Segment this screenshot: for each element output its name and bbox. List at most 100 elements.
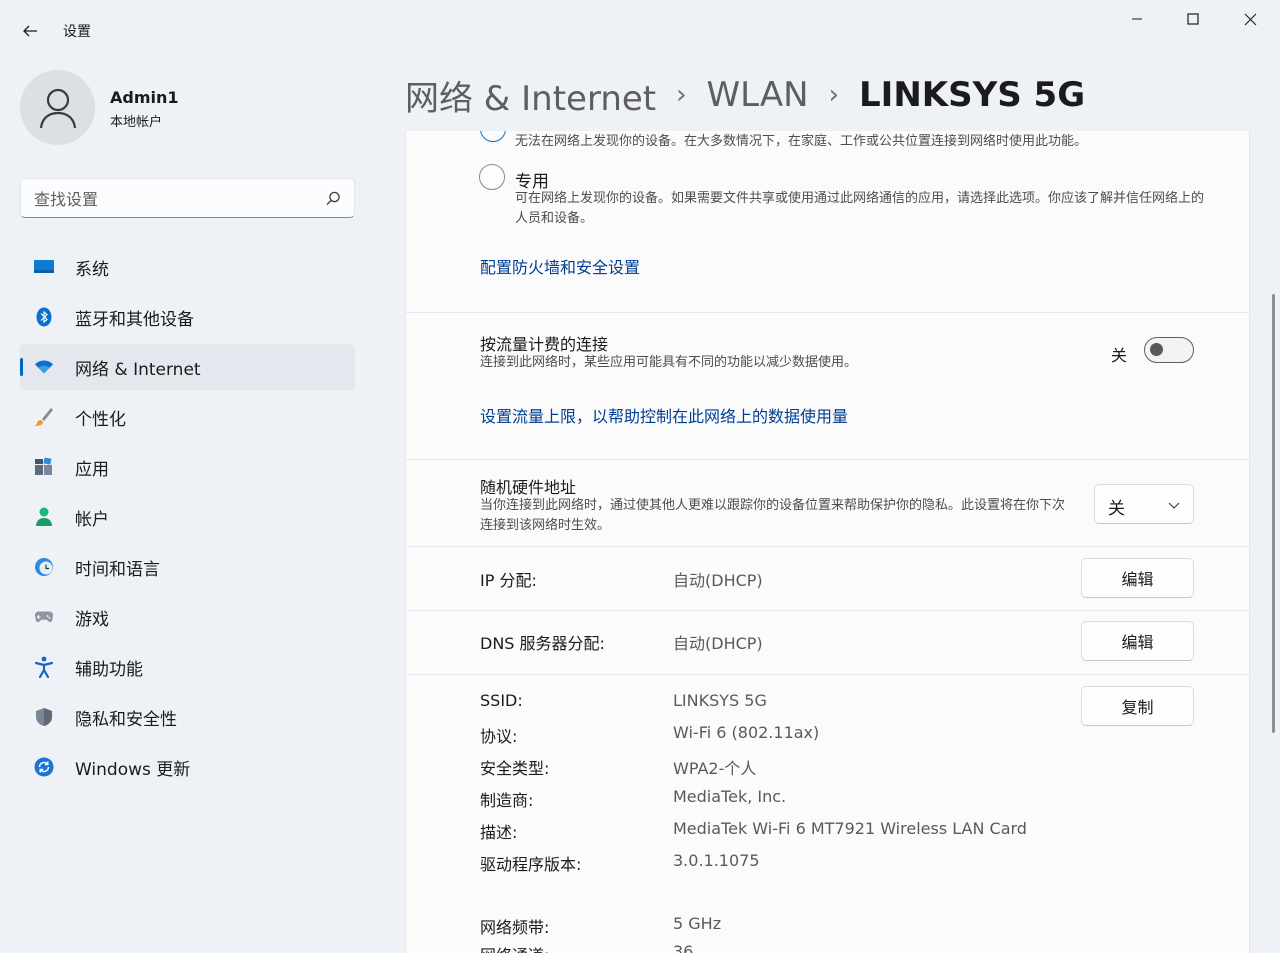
chevron-down-icon	[1168, 502, 1180, 509]
sidebar-item-accounts[interactable]: 帐户	[20, 494, 355, 540]
sidebar-item-personalization[interactable]: 个性化	[20, 394, 355, 440]
metered-connection-card: 按流量计费的连接 连接到此网络时，某些应用可能具有不同的功能以减少数据使用。 关…	[405, 313, 1250, 460]
page-title: LINKSYS 5G	[859, 75, 1086, 115]
sidebar-item-bluetooth[interactable]: 蓝牙和其他设备	[20, 294, 355, 340]
metered-connection-desc: 连接到此网络时，某些应用可能具有不同的功能以减少数据使用。	[480, 355, 858, 370]
search-icon[interactable]	[324, 190, 342, 208]
account-icon	[34, 507, 54, 527]
security-type-value: WPA2-个人	[673, 759, 757, 778]
sidebar-item-label: 网络 & Internet	[75, 359, 201, 380]
description-value: MediaTek Wi-Fi 6 MT7921 Wireless LAN Car…	[673, 819, 1027, 838]
sidebar-item-label: Windows 更新	[75, 759, 191, 780]
sidebar-item-label: 时间和语言	[75, 559, 160, 580]
user-name: Admin1	[110, 88, 179, 107]
sidebar-item-label: 应用	[75, 459, 109, 480]
sidebar-item-windows-update[interactable]: Windows 更新	[20, 744, 355, 790]
network-band-label: 网络频带:	[480, 918, 550, 937]
random-hardware-address-select[interactable]: 关	[1094, 484, 1194, 524]
settings-content: 无法在网络上发现你的设备。在大多数情况下，在家庭、工作或公共位置连接到网络时使用…	[405, 131, 1250, 953]
random-hardware-address-card: 随机硬件地址 当你连接到此网络时，通过使其他人更难以跟踪你的设备位置来帮助保护你…	[405, 460, 1250, 547]
update-icon	[34, 757, 54, 777]
brush-icon	[34, 407, 54, 427]
ssid-value: LINKSYS 5G	[673, 691, 767, 710]
manufacturer-value: MediaTek, Inc.	[673, 787, 787, 806]
sidebar-nav: 系统 蓝牙和其他设备 网络 & Internet 个性化 应用 帐户 时间和语言…	[20, 244, 355, 794]
sidebar-item-label: 辅助功能	[75, 659, 143, 680]
private-network-desc: 可在网络上发现你的设备。如果需要文件共享或使用通过此网络通信的应用，请选择此选项…	[515, 191, 1205, 226]
ip-assignment-label: IP 分配:	[480, 571, 537, 590]
ip-edit-button[interactable]: 编辑	[1081, 558, 1194, 598]
network-profile-card: 无法在网络上发现你的设备。在大多数情况下，在家庭、工作或公共位置连接到网络时使用…	[405, 131, 1250, 313]
protocol-label: 协议:	[480, 727, 518, 746]
sidebar-item-network[interactable]: 网络 & Internet	[20, 344, 355, 390]
title-bar: 设置	[0, 0, 1280, 60]
search-input[interactable]	[34, 187, 314, 211]
bluetooth-icon	[34, 307, 54, 327]
ip-assignment-value: 自动(DHCP)	[673, 571, 763, 590]
breadcrumb-wlan[interactable]: WLAN	[707, 75, 809, 115]
minimize-icon	[1132, 18, 1142, 20]
app-title: 设置	[63, 24, 91, 40]
search-box[interactable]	[20, 178, 355, 218]
sidebar-item-label: 隐私和安全性	[75, 709, 177, 730]
sidebar-item-gaming[interactable]: 游戏	[20, 594, 355, 640]
metered-connection-toggle[interactable]	[1144, 337, 1194, 363]
back-arrow-icon	[23, 25, 37, 37]
private-network-radio[interactable]	[479, 164, 505, 190]
dns-edit-button[interactable]: 编辑	[1081, 621, 1194, 661]
content-scrollbar[interactable]	[1272, 294, 1275, 733]
sidebar-item-label: 游戏	[75, 609, 109, 630]
metered-connection-title: 按流量计费的连接	[480, 335, 609, 354]
security-type-label: 安全类型:	[480, 759, 550, 778]
breadcrumb-separator: ›	[828, 80, 839, 110]
dns-assignment-value: 自动(DHCP)	[673, 634, 763, 653]
metered-toggle-state: 关	[1111, 346, 1128, 365]
public-network-desc: 无法在网络上发现你的设备。在大多数情况下，在家庭、工作或公共位置连接到网络时使用…	[515, 134, 1088, 149]
close-button[interactable]	[1227, 4, 1273, 34]
description-label: 描述:	[480, 823, 518, 842]
sidebar-item-label: 个性化	[75, 409, 126, 430]
ip-assignment-card: IP 分配: 自动(DHCP) 编辑	[405, 547, 1250, 611]
breadcrumb: 网络 & Internet › WLAN › LINKSYS 5G	[405, 71, 1086, 120]
maximize-button[interactable]	[1170, 4, 1216, 34]
random-hardware-address-title: 随机硬件地址	[480, 478, 577, 497]
network-channel-value: 36	[673, 942, 694, 953]
sidebar-item-label: 帐户	[75, 509, 109, 530]
dns-assignment-label: DNS 服务器分配:	[480, 634, 605, 653]
system-icon	[34, 257, 54, 277]
sidebar-item-apps[interactable]: 应用	[20, 444, 355, 490]
breadcrumb-network[interactable]: 网络 & Internet	[405, 71, 656, 120]
protocol-value: Wi-Fi 6 (802.11ax)	[673, 723, 820, 742]
sidebar-item-system[interactable]: 系统	[20, 244, 355, 290]
manufacturer-label: 制造商:	[480, 791, 534, 810]
wifi-icon	[34, 357, 54, 377]
ssid-label: SSID:	[480, 691, 523, 710]
sidebar-item-time-language[interactable]: 时间和语言	[20, 544, 355, 590]
breadcrumb-separator: ›	[676, 80, 687, 110]
minimize-button[interactable]	[1114, 4, 1160, 34]
apps-icon	[34, 457, 54, 477]
user-icon	[39, 88, 76, 128]
avatar[interactable]	[20, 70, 95, 145]
network-channel-label: 网络通道:	[480, 942, 549, 953]
driver-version-label: 驱动程序版本:	[480, 855, 582, 874]
data-limit-link[interactable]: 设置流量上限，以帮助控制在此网络上的数据使用量	[480, 403, 848, 427]
sidebar-item-accessibility[interactable]: 辅助功能	[20, 644, 355, 690]
random-hardware-address-desc: 当你连接到此网络时，通过使其他人更难以跟踪你的设备位置来帮助保护你的隐私。此设置…	[480, 498, 1066, 533]
public-network-radio[interactable]	[480, 131, 506, 142]
accessibility-icon	[34, 656, 54, 678]
network-band-value: 5 GHz	[673, 914, 722, 933]
driver-version-value: 3.0.1.1075	[673, 851, 760, 870]
gamepad-icon	[34, 607, 54, 627]
time-language-icon	[34, 557, 54, 577]
sidebar-item-privacy[interactable]: 隐私和安全性	[20, 694, 355, 740]
close-icon	[1244, 13, 1256, 25]
sidebar-item-label: 系统	[75, 259, 109, 280]
copy-button[interactable]: 复制	[1081, 686, 1194, 726]
maximize-icon	[1187, 13, 1199, 25]
shield-icon	[34, 707, 54, 727]
firewall-settings-link[interactable]: 配置防火墙和安全设置	[480, 254, 640, 278]
account-type: 本地帐户	[110, 115, 163, 130]
wifi-properties-card: 复制 SSID: LINKSYS 5G 协议: Wi-Fi 6 (802.11a…	[405, 675, 1250, 953]
back-button[interactable]	[14, 16, 46, 46]
